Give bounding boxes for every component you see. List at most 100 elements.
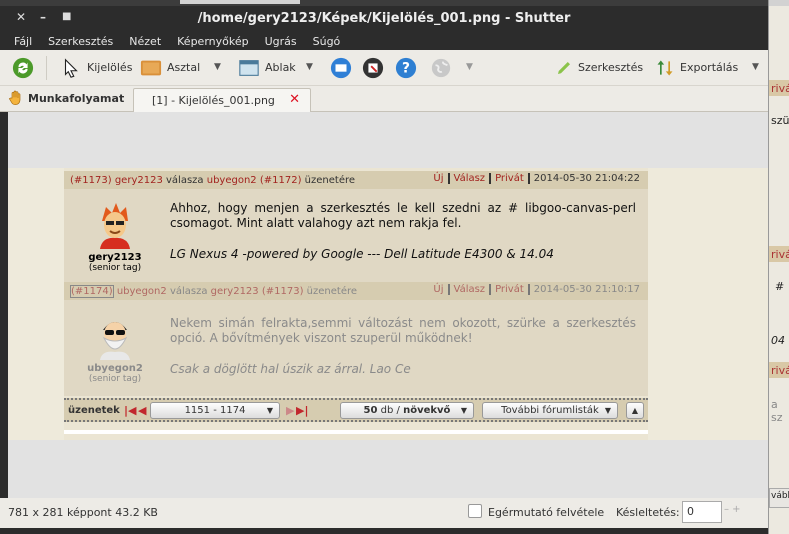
title-bar: ✕ – ■ /home/gery2123/Képek/Kijelölés_001…	[0, 6, 768, 32]
window-icon	[239, 59, 259, 76]
toolbar: Kijelölés Asztal ▼ Ablak ▼ ? ▼ Szerkeszt…	[0, 50, 768, 86]
avatar-icon	[100, 322, 130, 360]
reply-suffix: üzenetére	[306, 285, 358, 297]
reply-text: válasza	[169, 285, 208, 297]
tab-bar: Munkafolyamat [1] - Kijelölés_001.png ✕	[0, 86, 768, 112]
selection-label: Kijelölés	[87, 61, 133, 74]
behind-text-3: rivát	[771, 248, 789, 261]
close-tab-icon[interactable]: ✕	[289, 92, 300, 107]
edit-button[interactable]: Szerkesztés	[555, 59, 643, 77]
refresh-icon	[12, 57, 34, 78]
per-page-select[interactable]: 50 db / növekvő ▼	[340, 401, 474, 419]
section-icon	[330, 57, 352, 78]
behind-text-6: rivát	[771, 364, 789, 377]
reply-to-number[interactable]: (#1172)	[260, 175, 302, 186]
post-author[interactable]: ubyegon2	[117, 286, 167, 297]
reply-link[interactable]: Válasz	[450, 284, 492, 295]
prev-page-icon[interactable]: ◀	[138, 404, 146, 417]
window-button[interactable]: Ablak	[238, 57, 296, 79]
avatar-icon	[100, 203, 130, 249]
delay-input[interactable]: 0	[682, 501, 722, 523]
post-text: Ahhoz, hogy menjen a szerkesztés le kell…	[170, 201, 636, 262]
menu-file[interactable]: Fájl	[6, 35, 40, 48]
desktop-button[interactable]: Asztal	[140, 57, 200, 79]
tooltip-button[interactable]: ?	[395, 57, 417, 79]
scroll-top-button[interactable]: ▲	[626, 401, 644, 419]
pagination-bar: üzenetek |◀ ◀ 1151 - 1174 ▼ ▶ ▶| 50 db /…	[64, 398, 648, 422]
new-link[interactable]: Új	[429, 173, 450, 184]
post-body: ubyegon2 (senior tag) Nekem simán felrak…	[64, 300, 648, 396]
user-avatar[interactable]: ubyegon2 (senior tag)	[84, 312, 146, 384]
menu-screenshot[interactable]: Képernyőkép	[169, 35, 256, 48]
reply-to-user[interactable]: gery2123	[211, 286, 259, 297]
edit-icon	[558, 61, 570, 74]
selection-button[interactable]: Kijelölés	[60, 57, 132, 79]
user-name: ubyegon2	[87, 363, 143, 374]
menu-capture-button[interactable]	[362, 57, 384, 79]
order-value: növekvő	[403, 404, 451, 416]
tab-session[interactable]: Munkafolyamat	[8, 90, 124, 106]
desktop-icon	[140, 60, 162, 75]
window-title: /home/gery2123/Képek/Kijelölés_001.png -…	[197, 11, 571, 26]
user-avatar[interactable]: gery2123 (senior tag)	[84, 201, 146, 273]
post-signature: Csak a döglött hal úszik az árral. Lao C…	[170, 362, 411, 376]
hand-icon	[8, 90, 21, 106]
capture-cursor-label: Egérmutató felvétele	[488, 506, 605, 519]
section-button[interactable]	[330, 57, 352, 79]
user-rank: (senior tag)	[88, 374, 142, 384]
capture-cursor-checkbox[interactable]	[468, 504, 482, 518]
edit-label: Szerkesztés	[578, 61, 644, 74]
per-page-value: 50	[363, 404, 378, 416]
delay-stepper-icon[interactable]: – +	[724, 504, 741, 515]
post-body: gery2123 (senior tag) Ahhoz, hogy menjen…	[64, 189, 648, 282]
reply-text: válasza	[166, 174, 204, 186]
more-forums-label: További fórumlisták	[501, 404, 599, 416]
page-range-select[interactable]: 1151 - 1174 ▼	[150, 401, 280, 419]
menu-edit[interactable]: Szerkesztés	[40, 35, 121, 48]
reply-to-user[interactable]: ubyegon2	[207, 175, 257, 186]
reply-link[interactable]: Válasz	[450, 173, 492, 184]
chevron-up-icon: ▲	[631, 405, 639, 415]
menu-go[interactable]: Ugrás	[257, 35, 305, 48]
refresh-button[interactable]	[12, 57, 34, 79]
tab-image[interactable]: [1] - Kijelölés_001.png ✕	[133, 88, 311, 112]
private-link[interactable]: Privát	[491, 173, 530, 184]
post-number[interactable]: (#1173)	[70, 175, 112, 186]
pager-label: üzenetek	[68, 404, 120, 416]
menu-view[interactable]: Nézet	[121, 35, 169, 48]
more-forums-select[interactable]: További fórumlisták ▼	[482, 401, 618, 419]
forum-thread: (#1173) gery2123 válasza ubyegon2 (#1172…	[64, 168, 648, 440]
background-window: rivát szür rivát # 04 rivát a sz vább	[768, 0, 789, 534]
export-dropdown-icon[interactable]: ▼	[752, 62, 759, 72]
user-rank: (senior tag)	[88, 263, 142, 273]
behind-text-5: 04	[771, 334, 785, 347]
cursor-icon	[64, 57, 78, 78]
new-link[interactable]: Új	[429, 284, 450, 295]
web-dropdown-icon[interactable]: ▼	[466, 62, 473, 72]
reply-to-number[interactable]: (#1173)	[262, 286, 304, 297]
post-number[interactable]: (#1174)	[70, 284, 114, 298]
behind-text-4: #	[775, 280, 785, 293]
export-button[interactable]: Exportálás	[655, 58, 738, 78]
desktop-label: Asztal	[167, 61, 201, 74]
desktop-dropdown-icon[interactable]: ▼	[214, 62, 221, 72]
screenshot-image: (#1173) gery2123 válasza ubyegon2 (#1172…	[8, 168, 768, 440]
behind-text-1: rivát	[771, 82, 789, 95]
post-message: Ahhoz, hogy menjen a szerkesztés le kell…	[170, 201, 636, 230]
post-date: 2014-05-30 21:04:22	[533, 173, 640, 184]
first-page-icon[interactable]: |◀	[124, 404, 136, 417]
menu-help[interactable]: Súgó	[305, 35, 349, 48]
menu-capture-icon	[362, 57, 384, 78]
web-button[interactable]	[430, 57, 452, 79]
post-header: (#1173) gery2123 válasza ubyegon2 (#1172…	[64, 171, 648, 189]
status-bar: 781 x 281 képpont 43.2 KB Egérmutató fel…	[0, 498, 768, 528]
image-viewer[interactable]: (#1173) gery2123 válasza ubyegon2 (#1172…	[8, 112, 768, 504]
last-page-icon[interactable]: ▶|	[296, 404, 308, 417]
private-link[interactable]: Privát	[491, 284, 530, 295]
post-author[interactable]: gery2123	[115, 175, 163, 186]
next-page-icon[interactable]: ▶	[286, 404, 294, 417]
post-text: Nekem simán felrakta,semmi változást nem…	[170, 316, 636, 377]
export-label: Exportálás	[680, 61, 739, 74]
post-message: Nekem simán felrakta,semmi változást nem…	[170, 316, 636, 345]
window-dropdown-icon[interactable]: ▼	[306, 62, 313, 72]
